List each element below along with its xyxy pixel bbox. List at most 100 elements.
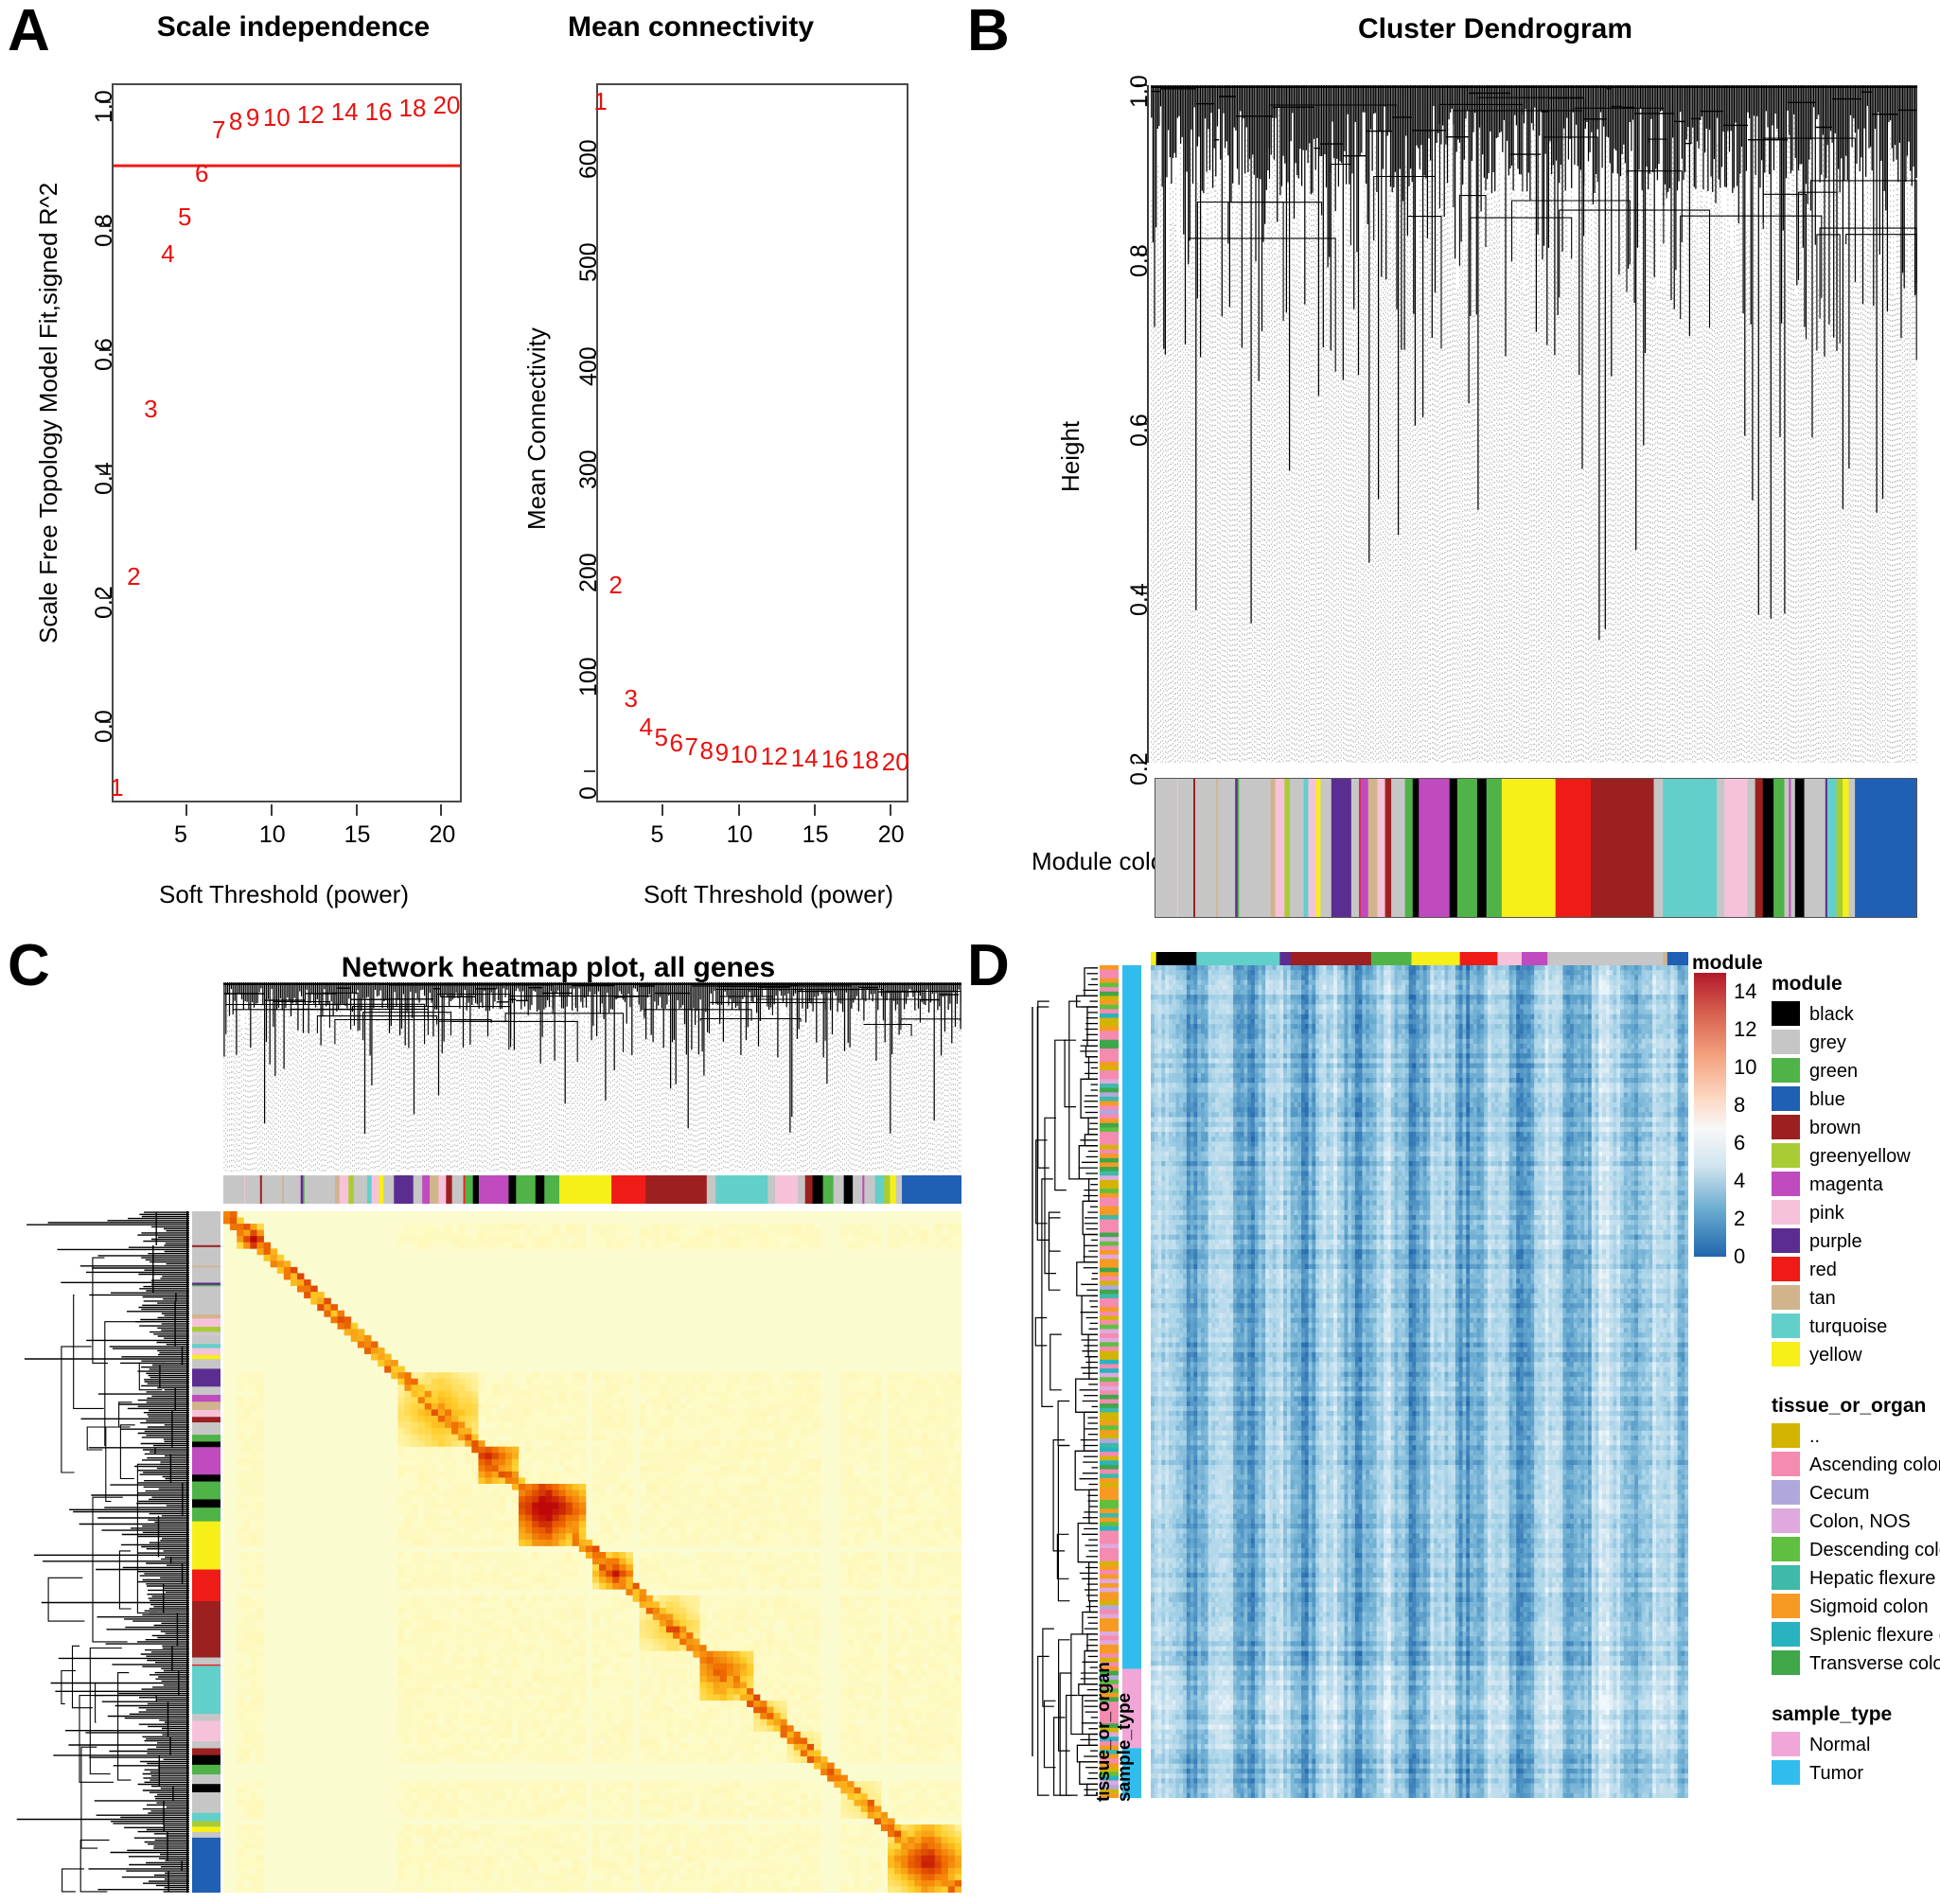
legend-swatch [1772, 1760, 1800, 1785]
axis-tick-label: 600 [575, 139, 603, 179]
data-point-label: 4 [161, 239, 174, 269]
legend-item-label: Tumor [1809, 1763, 1863, 1785]
axis-tick [737, 804, 740, 816]
legend-swatch [1772, 1565, 1800, 1590]
data-point-label: 1 [593, 87, 607, 116]
module-colors-bar-b [1155, 778, 1917, 918]
mean-connectivity-xlabel: Soft Threshold (power) [644, 880, 893, 909]
legend-item-label: Transverse colon [1809, 1653, 1940, 1675]
data-point-label: 6 [670, 729, 683, 758]
sample-type-axis-label: sample_type [1115, 1693, 1136, 1802]
legend-swatch [1772, 1342, 1800, 1366]
data-point-label: 8 [229, 107, 242, 136]
data-point-label: 16 [821, 745, 849, 774]
legend-swatch [1772, 1115, 1800, 1139]
data-point-label: 2 [608, 571, 622, 600]
legend-item-label: green [1809, 1061, 1858, 1083]
axis-tick [889, 804, 891, 816]
data-point-label: 20 [882, 748, 909, 777]
legend-item-label: black [1809, 1004, 1854, 1026]
axis-tick-label: 20 [878, 821, 905, 849]
axis-tick-label: 20 [429, 821, 455, 849]
legend-item-label: Sigmoid colon [1809, 1596, 1929, 1618]
expression-sampletype-strip [1122, 965, 1141, 1798]
data-point-label: 18 [399, 94, 427, 123]
axis-tick [185, 804, 188, 816]
axis-tick [355, 804, 358, 816]
data-point-label: 7 [685, 732, 698, 762]
scale-independence-plot [112, 83, 462, 802]
network-left-dendrogram [0, 1211, 189, 1893]
mean-connectivity-ylabel: Mean Connectivity [522, 327, 552, 530]
data-point-label: 3 [624, 684, 637, 714]
axis-tick-label: 0.8 [91, 214, 118, 247]
colorbar-tick-label: 0 [1734, 1244, 1745, 1269]
axis-tick-label: 500 [575, 243, 603, 283]
legend-swatch [1772, 1257, 1800, 1281]
axis-tick-label: 0.8 [1126, 244, 1154, 277]
axis-tick-label: 0.6 [1126, 414, 1154, 447]
expression-heatmap [1151, 965, 1688, 1798]
legend-swatch [1772, 1285, 1800, 1310]
network-left-module-bar [192, 1211, 220, 1893]
data-point-label: 9 [246, 103, 259, 132]
axis-tick-label: 10 [259, 821, 286, 849]
axis-tick-label: 200 [575, 554, 603, 593]
network-top-dendrogram [223, 982, 961, 1172]
legend-item-label: yellow [1809, 1345, 1862, 1366]
axis-tick [270, 804, 273, 816]
axis-tick-label: 0.6 [91, 338, 118, 371]
legend-title: sample_type [1772, 1703, 1892, 1726]
colorbar-tick-label: 10 [1734, 1055, 1756, 1080]
data-point-label: 3 [144, 395, 157, 424]
legend-item-label: red [1809, 1260, 1837, 1281]
legend-swatch [1772, 1732, 1800, 1756]
axis-tick-label: 5 [174, 821, 187, 849]
tissue-or-organ-axis-label: tissue_or_organ [1094, 1662, 1115, 1802]
colorbar-tick-label: 8 [1734, 1093, 1745, 1118]
legend-swatch [1772, 1001, 1800, 1026]
legend-swatch [1772, 1228, 1800, 1253]
colorbar-tick-label: 2 [1734, 1207, 1745, 1231]
data-point-label: 6 [195, 159, 208, 188]
legend-swatch [1772, 1058, 1800, 1083]
axis-tick-label: 100 [575, 657, 603, 696]
legend-item-label: tan [1809, 1288, 1836, 1310]
colorbar-tick-label: 4 [1734, 1169, 1745, 1193]
scale-independence-xlabel: Soft Threshold (power) [159, 880, 409, 909]
data-point-label: 16 [365, 97, 393, 127]
axis-tick-label: 5 [650, 821, 663, 849]
axis-tick [584, 770, 595, 773]
data-point-label: 5 [178, 203, 191, 232]
legend-item-label: .. [1809, 1426, 1820, 1448]
colorbar-tick-label: 12 [1734, 1017, 1756, 1042]
axis-tick-label: 15 [802, 821, 829, 849]
axis-spine [1147, 85, 1149, 763]
data-point-label: 18 [852, 746, 879, 775]
legend-swatch [1772, 1452, 1800, 1476]
data-point-label: 10 [263, 103, 291, 132]
expression-row-dendrogram [1032, 965, 1098, 1798]
legend-item-label: Cecum [1809, 1483, 1869, 1505]
data-point-label: 14 [791, 744, 819, 773]
axis-tick-label: 400 [575, 346, 603, 386]
legend-item-label: turquoise [1809, 1316, 1887, 1338]
legend-swatch [1772, 1622, 1800, 1647]
axis-tick [440, 804, 443, 816]
axis-tick-label: 0.4 [1126, 583, 1154, 616]
panel-letter-c: C [8, 937, 50, 996]
data-point-label: 1 [110, 773, 123, 802]
legend-swatch [1772, 1650, 1800, 1675]
legend-swatch [1772, 1030, 1800, 1054]
data-point-label: 4 [639, 713, 652, 742]
panel-letter-a: A [8, 2, 50, 61]
legend-item-label: blue [1809, 1089, 1845, 1111]
axis-tick-label: 0.4 [91, 462, 118, 495]
legend-swatch [1772, 1143, 1800, 1168]
network-top-module-bar [223, 1175, 961, 1204]
mean-connectivity-title: Mean connectivity [492, 11, 890, 44]
axis-tick [661, 804, 664, 816]
scale-independence-canvas [114, 164, 460, 167]
network-heatmap-title: Network heatmap plot, all genes [227, 952, 890, 984]
axis-tick [813, 804, 816, 816]
